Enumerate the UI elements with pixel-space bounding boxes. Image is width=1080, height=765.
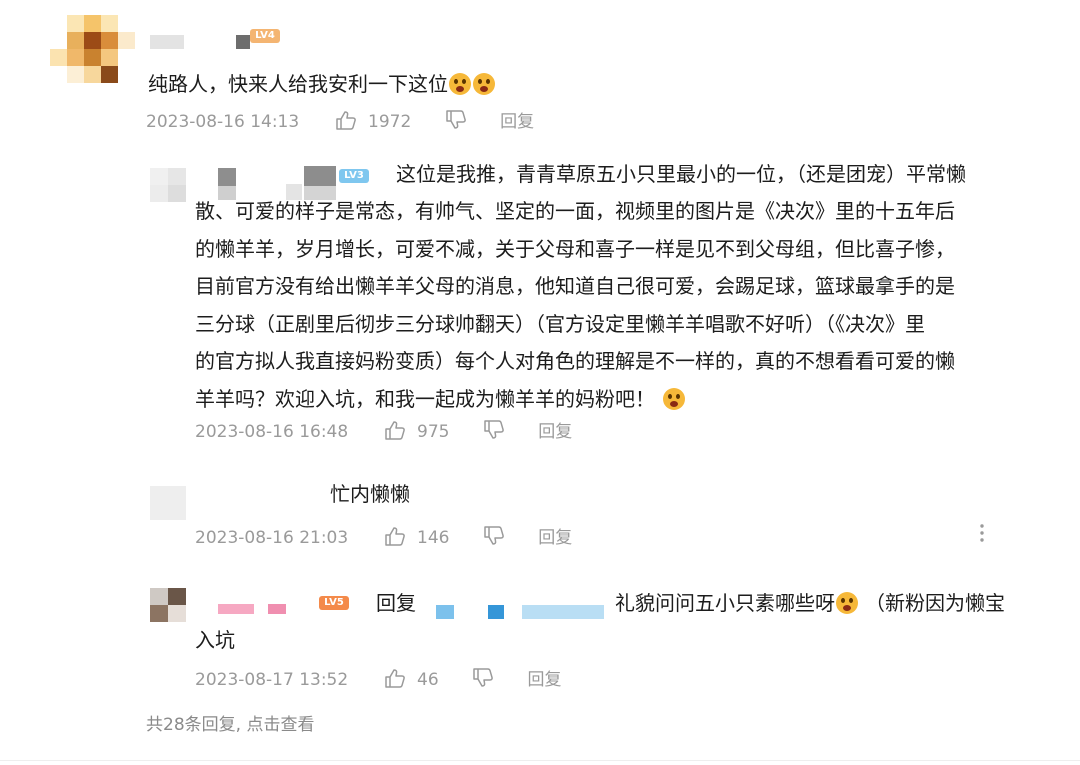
avatar[interactable] [150,588,186,622]
reply-button[interactable]: 回复 [538,526,572,550]
divider [0,760,1080,761]
more-vertical-icon[interactable] [978,522,986,544]
dislike-button[interactable] [483,526,505,550]
reply-text: 散、可爱的样子是常态，有帅气、坚定的一面，视频里的图片是《决次》里的十五年后 [195,199,955,223]
like-button[interactable]: 975 [384,420,450,444]
like-button[interactable]: 146 [384,526,450,550]
level-badge: LV4 [250,29,280,43]
emoji-icon [473,73,495,95]
comment-text: 纯路人，快来人给我安利一下这位 [148,66,496,104]
thumbs-up-icon [384,526,406,546]
avatar[interactable] [50,15,135,87]
dislike-button[interactable] [445,110,467,134]
reply-text: 羊羊吗？欢迎入坑，和我一起成为懒羊羊的妈粉吧！ [195,381,686,419]
timestamp: 2023-08-16 16:48 [195,422,349,442]
thumbs-up-icon [335,110,357,130]
emoji-icon [663,388,685,410]
thumbs-down-icon [445,110,467,130]
level-badge: LV5 [319,596,349,610]
like-button[interactable]: 46 [384,668,439,692]
reply-meta: 2023-08-17 13:52 46 回复 [195,668,561,692]
timestamp: 2023-08-16 14:13 [146,112,300,132]
thumbs-down-icon [472,668,494,688]
like-count: 975 [417,422,450,442]
dislike-button[interactable] [472,668,494,692]
thumbs-up-icon [384,420,406,440]
reply-meta: 2023-08-16 16:48 975 回复 [195,420,572,444]
username[interactable]: LV5 [218,596,358,616]
reply-button[interactable]: 回复 [500,110,534,134]
reply-text: 目前官方没有给出懒羊羊父母的消息，他知道自己很可爱，会踢足球，篮球最拿手的是 [195,274,955,298]
dislike-button[interactable] [483,420,505,444]
reply-text: 入坑 [195,628,235,652]
reply-meta: 2023-08-16 21:03 146 回复 [195,526,572,550]
reply-text: 的懒羊羊，岁月增长，可爱不减，关于父母和喜子一样是见不到父母组，但比喜子惨， [195,237,955,261]
reply-text: 礼貌问问五小只素哪些呀 （新粉因为懒宝 [615,591,1005,615]
thumbs-down-icon [483,526,505,546]
timestamp: 2023-08-17 13:52 [195,670,349,690]
view-more-replies-link[interactable]: 共28条回复, 点击查看 [146,713,314,737]
reply-text: 三分球（正剧里后彻步三分球帅翻天）（官方设定里懒羊羊唱歌不好听）（《决次》里 [195,312,925,336]
avatar[interactable] [150,486,186,520]
level-badge: LV3 [339,169,369,183]
timestamp: 2023-08-16 21:03 [195,528,349,548]
like-count: 146 [417,528,450,548]
emoji-icon [449,73,471,95]
like-count: 1972 [368,112,412,132]
reply-text: 忙内懒懒 [330,482,410,506]
reply-button[interactable]: 回复 [538,420,572,444]
username[interactable]: LV4 [150,29,285,49]
reply-prefix: 回复 [376,591,416,615]
reply-text: 的官方拟人我直接妈粉变质）每个人对角色的理解是不一样的，真的不想看看可爱的懒 [195,349,955,373]
reply-button[interactable]: 回复 [527,668,561,692]
like-button[interactable]: 1972 [335,110,412,134]
thumbs-down-icon [483,420,505,440]
reply-text: 这位是我推，青青草原五小只里最小的一位，（还是团宠）平常懒 [396,162,966,186]
thumbs-up-icon [384,668,406,688]
emoji-icon [836,592,858,614]
avatar[interactable] [150,168,186,202]
like-count: 46 [417,670,439,690]
mentioned-username[interactable] [436,603,606,621]
comment-meta: 2023-08-16 14:13 1972 回复 [146,110,534,134]
